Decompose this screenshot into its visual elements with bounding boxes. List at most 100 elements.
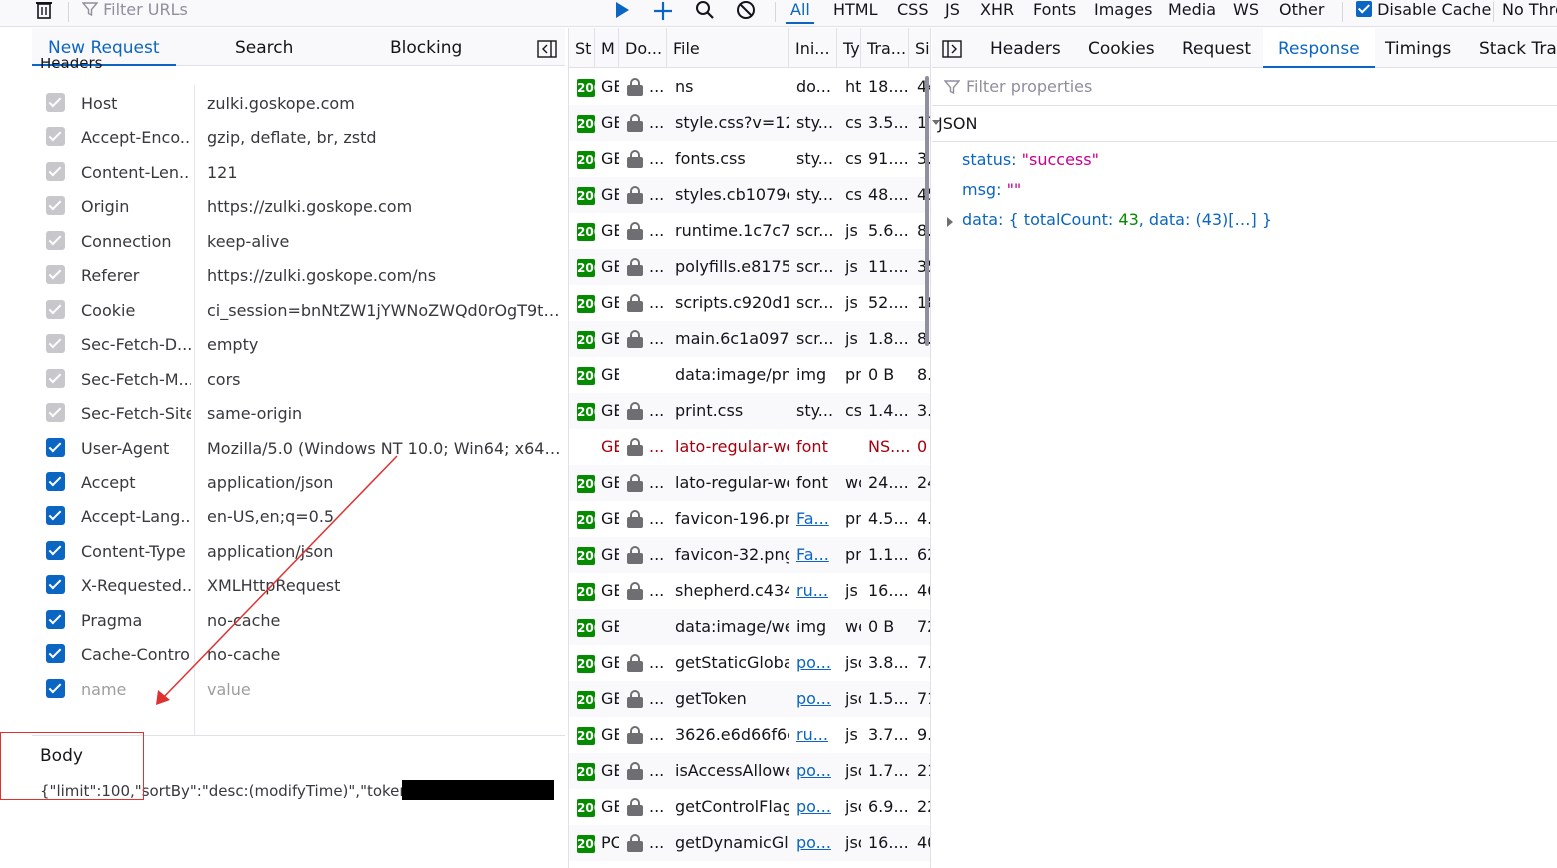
header-value-field[interactable]: keep-alive — [207, 232, 562, 251]
block-icon[interactable] — [736, 0, 756, 22]
column-header-file[interactable]: File — [667, 28, 789, 68]
header-value-field[interactable]: empty — [207, 335, 562, 354]
type-filter-images[interactable]: Images — [1094, 0, 1152, 24]
request-initiator[interactable]: Fa... — [796, 537, 837, 573]
header-name-field[interactable]: Cookie — [81, 301, 191, 320]
request-initiator[interactable]: ru... — [796, 717, 837, 753]
column-header-status[interactable]: St — [569, 28, 595, 68]
filter-properties-input[interactable]: Filter properties — [932, 68, 1557, 106]
close-sidebar-icon[interactable] — [537, 40, 557, 60]
header-enabled-checkbox[interactable] — [46, 93, 65, 112]
header-value-field[interactable]: https://zulki.goskope.com — [207, 197, 562, 216]
header-name-field[interactable]: Origin — [81, 197, 191, 216]
table-row[interactable]: 200GET...fonts.csssty...css91....3. — [569, 141, 930, 177]
tab-timings[interactable]: Timings — [1385, 28, 1451, 68]
throttling-select[interactable]: No Thro — [1502, 0, 1557, 22]
table-row[interactable]: 200 GET... shepherd.c4348 ru... js 16.... 46 — [569, 573, 930, 609]
header-value-field[interactable]: same-origin — [207, 404, 562, 423]
header-name-field[interactable]: Content-Len... — [81, 163, 191, 182]
json-status-line[interactable]: status: "success" — [962, 150, 1099, 169]
table-row[interactable]: 200GET...styles.cb1079e3sty...css48....4… — [569, 177, 930, 213]
header-enabled-checkbox[interactable] — [46, 299, 65, 319]
toggle-sidebar-icon[interactable] — [942, 40, 962, 60]
header-name-field[interactable]: User-Agent — [81, 439, 191, 458]
type-filter-xhr[interactable]: XHR — [980, 0, 1014, 24]
column-header-initiator[interactable]: Ini... — [789, 28, 837, 68]
tab-headers[interactable]: Headers — [990, 28, 1061, 68]
header-name-field[interactable]: Referer — [81, 266, 191, 285]
header-value-field[interactable]: ci_session=bnNtZW1jYWNoZWQd0rOgT9tWD... — [207, 301, 562, 320]
header-enabled-checkbox[interactable] — [46, 506, 65, 526]
table-row[interactable]: 200 POST... getDynamicGlo po... json 16.... 40 — [569, 825, 930, 861]
header-enabled-checkbox[interactable] — [46, 403, 65, 423]
type-filter-other[interactable]: Other — [1279, 0, 1324, 24]
header-name-field[interactable]: Accept — [81, 473, 191, 492]
json-data-line[interactable]: data: { totalCount: 43, data: (43)[…] } — [947, 210, 1272, 229]
json-section-header[interactable]: JSON — [932, 106, 1557, 142]
request-initiator[interactable]: ru... — [796, 573, 837, 609]
column-header-method[interactable]: M — [595, 28, 619, 68]
column-header-domain[interactable]: Do... — [619, 28, 667, 68]
type-filter-js[interactable]: JS — [945, 0, 960, 24]
header-value-field[interactable]: https://zulki.goskope.com/ns — [207, 266, 562, 285]
column-header-transferred[interactable]: Tra... — [861, 28, 909, 68]
header-enabled-checkbox[interactable] — [46, 196, 65, 216]
table-row[interactable]: 200 GET... style.css?v=127 sty... css 3.5....… — [569, 105, 930, 141]
header-name-field[interactable]: Connection — [81, 232, 191, 251]
request-initiator[interactable]: po... — [796, 825, 837, 861]
table-row[interactable]: 200 GET... favicon-196.png Fa... png 4.5.... 4… — [569, 501, 930, 537]
table-row[interactable]: 200 GET... 3626.e6d66f6ce ru... js 3.7.... 9. — [569, 717, 930, 753]
filter-urls-input[interactable]: Filter URLs — [81, 0, 188, 22]
pause-resume-icon[interactable] — [612, 0, 632, 22]
header-value-field[interactable]: no-cache — [207, 645, 562, 664]
json-msg-line[interactable]: msg: "" — [962, 180, 1021, 199]
header-value-field[interactable]: XMLHttpRequest — [207, 576, 562, 595]
request-initiator[interactable]: po... — [796, 753, 837, 789]
header-name-field[interactable]: Accept-Enco... — [81, 128, 191, 147]
header-enabled-checkbox[interactable] — [46, 437, 65, 457]
header-value-field[interactable]: application/json — [207, 542, 562, 561]
new-request-plus-icon[interactable] — [652, 0, 674, 22]
table-row[interactable]: 200 GET... print.css sty... css 1.4.... 3. — [569, 393, 930, 429]
header-value-field[interactable]: no-cache — [207, 611, 562, 630]
table-row[interactable]: 200 GET data:image/png img png 0 B 8. — [569, 357, 930, 393]
header-name-field[interactable]: name — [81, 680, 191, 699]
type-filter-html[interactable]: HTML — [833, 0, 878, 24]
request-initiator[interactable]: po... — [796, 681, 837, 717]
header-enabled-checkbox[interactable] — [46, 334, 65, 354]
header-value-field[interactable]: value — [207, 680, 562, 699]
tab-response[interactable]: Response — [1263, 28, 1375, 68]
header-value-field[interactable]: Mozilla/5.0 (Windows NT 10.0; Win64; x64… — [207, 439, 562, 458]
tab-request[interactable]: Request — [1182, 28, 1251, 68]
header-value-field[interactable]: 121 — [207, 163, 562, 182]
clear-requests-icon[interactable] — [34, 0, 54, 22]
column-header-size[interactable]: Si — [909, 28, 930, 68]
header-enabled-checkbox[interactable] — [46, 161, 65, 181]
tab-cookies[interactable]: Cookies — [1088, 28, 1155, 68]
header-enabled-checkbox[interactable] — [46, 540, 65, 560]
header-value-field[interactable]: gzip, deflate, br, zstd — [207, 128, 562, 147]
header-enabled-checkbox[interactable] — [46, 575, 65, 595]
header-enabled-checkbox[interactable] — [46, 644, 65, 664]
table-row[interactable]: 200 GET... getToken po... json 1.5.... 71 — [569, 681, 930, 717]
header-name-field[interactable]: Sec-Fetch-M... — [81, 370, 191, 389]
column-header-type[interactable]: Ty — [837, 28, 861, 68]
header-value-field[interactable]: en-US,en;q=0.5 — [207, 507, 562, 526]
request-initiator[interactable]: po... — [796, 789, 837, 825]
header-enabled-checkbox[interactable] — [46, 265, 65, 285]
header-enabled-checkbox[interactable] — [46, 471, 65, 491]
request-list-scrollbar[interactable] — [925, 76, 929, 346]
table-row[interactable]: 200GET...main.6c1a097dscr...js1.8....8. — [569, 321, 930, 357]
table-row[interactable]: 200 GET... isAccessAllowed po... json 1.7....… — [569, 753, 930, 789]
tab-search[interactable]: Search — [235, 28, 293, 66]
header-name-field[interactable]: Host — [81, 94, 191, 113]
header-value-field[interactable]: zulki.goskope.com — [207, 94, 562, 113]
header-value-field[interactable]: application/json — [207, 473, 562, 492]
type-filter-fonts[interactable]: Fonts — [1033, 0, 1076, 24]
type-filter-ws[interactable]: WS — [1233, 0, 1259, 24]
table-row[interactable]: 200GET...runtime.1c7c7dscr...js5.6....8. — [569, 213, 930, 249]
table-row[interactable]: 200 GET... favicon-32.png Fa... png 1.1.... 62 — [569, 537, 930, 573]
header-enabled-checkbox[interactable] — [46, 368, 65, 388]
header-name-field[interactable]: Cache-Control — [81, 645, 191, 664]
tab-stack-trace[interactable]: Stack Trac — [1479, 28, 1557, 68]
